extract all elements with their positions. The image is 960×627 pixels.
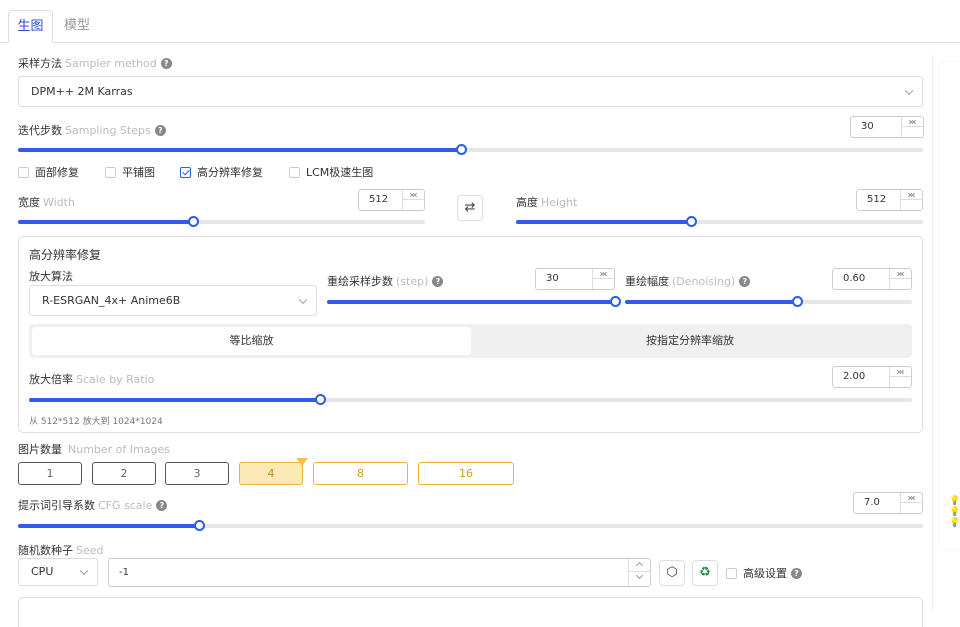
image-count-1[interactable]: 1 [18, 462, 82, 485]
scale-by-ratio-option[interactable]: 等比缩放 [32, 327, 471, 355]
steps-label: 迭代步数 Sampling Steps? [18, 122, 166, 138]
seed-input[interactable]: -1 [108, 558, 651, 587]
dice-icon: ⬡ [666, 565, 678, 580]
image-count-2[interactable]: 2 [92, 462, 156, 485]
scale-ratio-label: 放大倍率 Scale by Ratio [29, 373, 155, 386]
width-label: 宽度 Width [18, 196, 75, 209]
decrement-icon[interactable] [902, 117, 923, 127]
increment-icon[interactable] [629, 559, 650, 572]
decrement-icon[interactable] [593, 269, 614, 279]
slider-thumb[interactable] [194, 520, 205, 531]
lightbulb-icons: 💡 💡 💡 [949, 496, 960, 528]
steps-slider[interactable] [18, 144, 923, 155]
hires-steps-slider[interactable] [327, 296, 621, 307]
height-stepper[interactable] [900, 190, 922, 210]
decrement-icon[interactable] [629, 572, 650, 582]
decrement-icon[interactable] [890, 269, 911, 279]
tab-bar: 生图 模型 [0, 0, 960, 43]
seed-label: 随机数种子 Seed [18, 544, 104, 557]
width-input[interactable]: 512 [358, 189, 425, 211]
help-icon[interactable]: ? [791, 568, 802, 579]
face-restore-checkbox[interactable]: 面部修复 [18, 166, 79, 179]
image-count-label: 图片数量 Number of Images [18, 443, 170, 456]
hires-fix-checkbox[interactable]: 高分辨率修复 [180, 166, 263, 179]
cfg-slider[interactable] [18, 520, 923, 531]
width-slider[interactable] [18, 216, 425, 227]
height-label: 高度 Height [516, 196, 578, 209]
denoising-stepper[interactable] [889, 269, 911, 289]
help-icon[interactable]: ? [160, 58, 172, 69]
image-count-16[interactable]: 16 [418, 462, 514, 485]
next-panel [18, 597, 923, 627]
advanced-settings-checkbox[interactable]: 高级设置? [726, 567, 802, 580]
sampler-label: 采样方法 Sampler method? [18, 55, 172, 71]
width-stepper[interactable] [402, 190, 424, 210]
chevron-down-icon [79, 566, 89, 576]
cfg-input[interactable]: 7.0 [853, 492, 923, 514]
denoising-input[interactable]: 0.60 [832, 268, 912, 290]
chevron-down-icon [298, 295, 308, 304]
decrement-icon[interactable] [901, 190, 922, 200]
tab-model[interactable]: 模型 [56, 10, 98, 43]
lcm-checkbox[interactable]: LCM极速生图 [289, 166, 373, 179]
help-icon[interactable]: ? [739, 276, 751, 287]
hires-steps-label: 重绘采样步数 (step)? [327, 273, 444, 289]
help-icon[interactable]: ? [156, 500, 168, 511]
hires-steps-input[interactable]: 30 [535, 268, 615, 290]
tab-generate[interactable]: 生图 [8, 10, 53, 43]
slider-thumb[interactable] [686, 216, 697, 227]
cfg-label: 提示词引导系数 CFG scale? [18, 497, 168, 513]
tiling-checkbox[interactable]: 平铺图 [105, 166, 155, 179]
slider-thumb[interactable] [610, 296, 621, 307]
swap-dimensions-button[interactable]: ⇄ [457, 195, 483, 221]
scale-ratio-input[interactable]: 2.00 [832, 366, 912, 388]
gem-badge-icon [296, 458, 308, 466]
denoising-slider[interactable] [625, 296, 912, 307]
height-input[interactable]: 512 [856, 189, 923, 211]
image-count-3[interactable]: 3 [165, 462, 229, 485]
seed-stepper[interactable] [628, 559, 650, 586]
upscaler-select[interactable]: R-ESRGAN_4x+ Anime6B [29, 285, 317, 316]
steps-input[interactable]: 30 [850, 116, 924, 138]
help-icon[interactable]: ? [432, 276, 444, 287]
chevron-down-icon [904, 86, 914, 95]
decrement-icon[interactable] [890, 367, 911, 377]
denoising-label: 重绘幅度 (Denoising)? [625, 273, 751, 289]
slider-thumb[interactable] [456, 144, 468, 155]
seed-device-select[interactable]: CPU [18, 558, 98, 586]
image-count-4[interactable]: 4 [239, 462, 303, 485]
image-count-8[interactable]: 8 [313, 462, 408, 485]
scale-mode-toggle: 等比缩放 按指定分辨率缩放 [29, 324, 912, 358]
right-panel-card [940, 62, 960, 549]
upscale-hint: 从 512*512 放大到 1024*1024 [29, 417, 163, 427]
cfg-stepper[interactable] [900, 493, 922, 513]
scale-ratio-stepper[interactable] [889, 367, 911, 387]
help-icon[interactable]: ? [154, 125, 166, 136]
hires-steps-stepper[interactable] [592, 269, 614, 289]
slider-thumb[interactable] [188, 216, 199, 227]
height-slider[interactable] [516, 216, 923, 227]
random-seed-button[interactable]: ⬡ [659, 560, 685, 586]
swap-icon: ⇄ [464, 200, 476, 215]
reuse-seed-button[interactable]: ♻ [692, 560, 718, 586]
steps-stepper[interactable] [901, 117, 923, 137]
hires-panel-title: 高分辨率修复 [29, 248, 102, 262]
scale-ratio-slider[interactable] [29, 394, 912, 405]
decrement-icon[interactable] [901, 493, 922, 503]
scale-to-resolution-option[interactable]: 按指定分辨率缩放 [471, 327, 909, 355]
upscaler-label: 放大算法 [29, 270, 73, 283]
decrement-icon[interactable] [403, 190, 424, 200]
sampler-select[interactable]: DPM++ 2M Karras [18, 76, 923, 107]
recycle-icon: ♻ [699, 565, 711, 580]
